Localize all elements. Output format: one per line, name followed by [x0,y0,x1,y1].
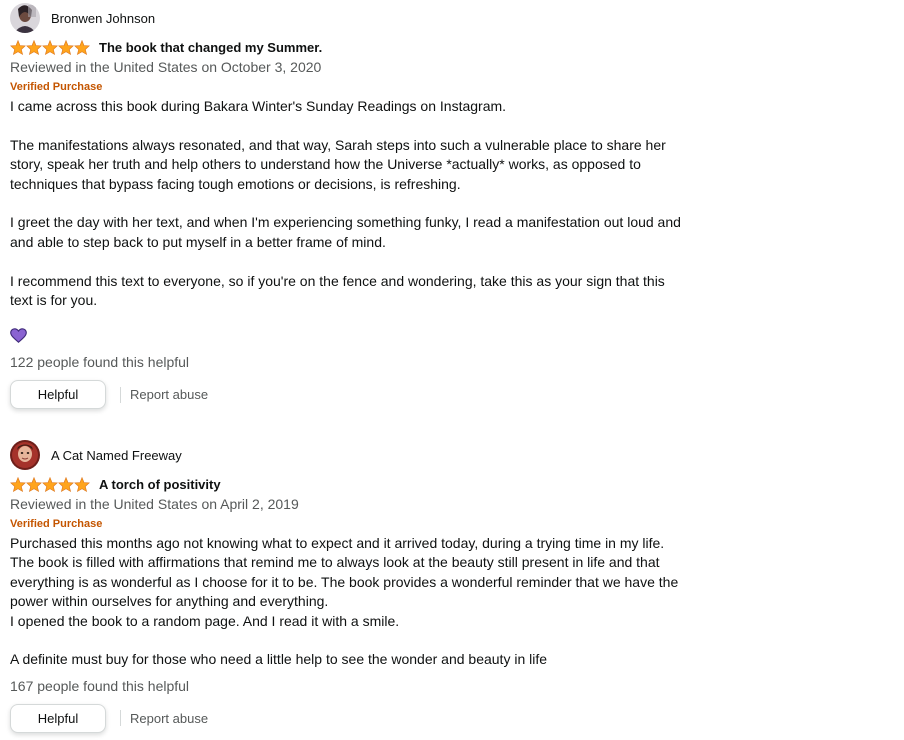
review: A Cat Named Freeway A torch of positivit… [10,438,690,733]
helpful-button[interactable]: Helpful [10,380,106,410]
heart-reaction[interactable] [10,328,690,348]
helpful-count: 122 people found this helpful [10,354,190,371]
report-abuse-link[interactable]: Report abuse [130,387,208,402]
helpful-button[interactable]: Helpful [10,703,106,733]
star-icon [10,476,26,492]
review-body: Purchased this months ago not knowing wh… [10,534,690,670]
avatar [10,3,40,33]
review-body: I came across this book during Bakara Wi… [10,97,690,310]
reviewer-profile[interactable]: Bronwen Johnson [10,1,690,35]
reviewer-profile[interactable]: A Cat Named Freeway [10,438,690,472]
review-paragraph: I came across this book during Bakara Wi… [10,98,507,114]
star-icon [42,39,58,55]
review-paragraph: I greet the day with her text, and when … [10,214,681,250]
report-abuse-link[interactable]: Report abuse [130,711,208,726]
helpful-count: 167 people found this helpful [10,677,190,694]
review-paragraph: The manifestations always resonated, and… [10,136,666,192]
review-paragraph: A definite must buy for those who need a… [10,651,548,668]
review-date: Reviewed in the United States on April 2… [10,496,299,512]
star-rating[interactable] [10,476,90,492]
divider [120,386,121,403]
star-icon [10,39,26,55]
review-paragraph: Purchased this months ago not knowing wh… [10,535,679,629]
review-title[interactable]: A torch of positivity [99,477,221,492]
star-icon [42,476,58,492]
star-icon [74,476,90,492]
reviewer-name: Bronwen Johnson [51,10,156,26]
heart-icon [10,328,27,344]
star-icon [58,476,74,492]
reviewer-name: A Cat Named Freeway [51,447,182,463]
star-icon [26,39,42,55]
star-icon [26,476,42,492]
divider [120,710,121,727]
star-icon [58,39,74,55]
review-title[interactable]: The book that changed my Summer. [99,40,322,55]
verified-purchase-badge[interactable]: Verified Purchase [10,77,690,97]
star-icon [74,39,90,55]
verified-purchase-badge[interactable]: Verified Purchase [10,514,690,534]
star-rating[interactable] [10,39,90,55]
review: Bronwen Johnson The book that changed my… [10,1,690,410]
review-paragraph: I recommend this text to everyone, so if… [10,272,665,309]
review-date: Reviewed in the United States on October… [10,59,322,75]
avatar [10,440,40,470]
